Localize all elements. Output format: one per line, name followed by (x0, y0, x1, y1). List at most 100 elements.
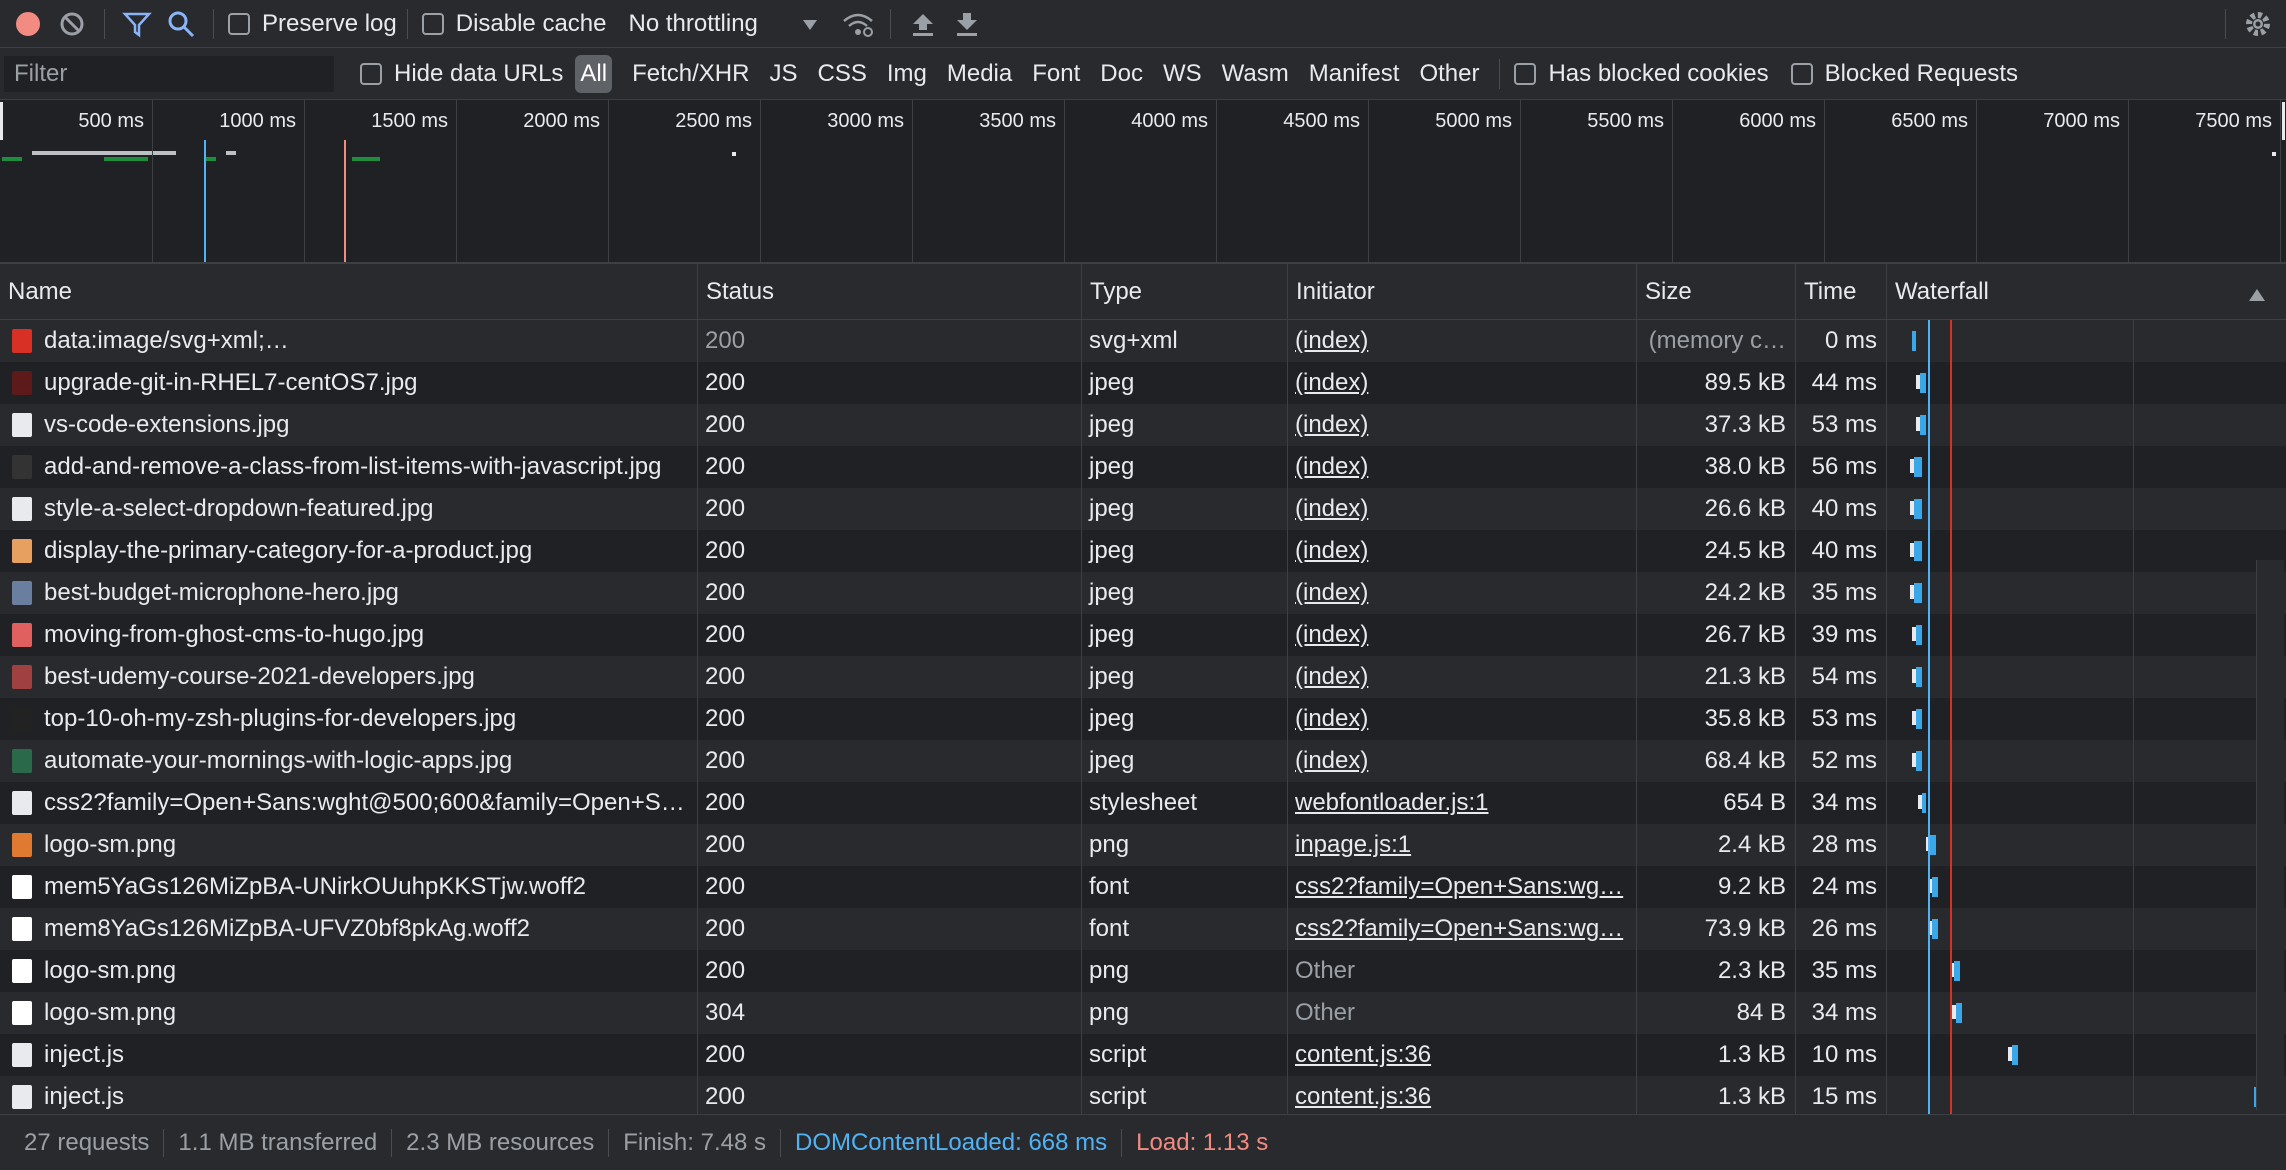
request-initiator[interactable]: content.js:36 (1287, 1034, 1635, 1076)
request-type: jpeg (1089, 747, 1135, 774)
has-blocked-cookies-checkbox[interactable]: Has blocked cookies (1514, 48, 1769, 99)
disable-cache-checkbox[interactable]: Disable cache (421, 0, 606, 47)
throttling-select[interactable]: No throttling (628, 0, 817, 47)
request-initiator[interactable]: (index) (1287, 488, 1635, 530)
request-initiator[interactable]: css2?family=Open+Sans:wg… (1287, 866, 1635, 908)
table-row[interactable]: css2?family=Open+Sans:wght@500;600&famil… (0, 782, 2286, 824)
table-row[interactable]: mem5YaGs126MiZpBA-UNirkOUuhpKKSTjw.woff2… (0, 866, 2286, 908)
blocked-requests-checkbox[interactable]: Blocked Requests (1790, 48, 2018, 99)
clear-icon[interactable] (50, 2, 94, 46)
request-initiator[interactable]: (index) (1287, 614, 1635, 656)
table-row[interactable]: inject.js 200 script content.js:36 1.3 kB 10 … (0, 1034, 2286, 1076)
request-time: 54 ms (1811, 663, 1877, 690)
checkbox-box[interactable] (1514, 62, 1537, 85)
checkbox-box[interactable] (360, 62, 382, 85)
request-status: 200 (705, 915, 746, 942)
record-icon[interactable] (6, 2, 50, 46)
overview-gridline (152, 100, 153, 262)
table-row[interactable]: logo-sm.png 200 png inpage.js:1 2.4 kB 28 ms (0, 824, 2286, 866)
type-filter-css[interactable]: CSS (807, 55, 876, 93)
type-filter-media[interactable]: Media (937, 55, 1022, 93)
request-status: 200 (705, 957, 746, 984)
request-type: png (1089, 831, 1130, 858)
type-filter-all[interactable]: All (575, 54, 613, 93)
type-filter-js[interactable]: JS (759, 55, 807, 93)
table-row[interactable]: logo-sm.png 304 png Other 84 B 34 ms (0, 992, 2286, 1034)
request-initiator[interactable]: (index) (1287, 530, 1635, 572)
table-row[interactable]: best-udemy-course-2021-developers.jpg 200… (0, 656, 2286, 698)
column-header-type[interactable]: Type (1081, 264, 1287, 320)
checkbox-box[interactable] (1790, 62, 1813, 85)
request-initiator[interactable]: (index) (1287, 698, 1635, 740)
request-initiator[interactable]: (index) (1287, 404, 1635, 446)
waterfall-bar (1954, 961, 1960, 981)
request-initiator[interactable]: inpage.js:1 (1287, 824, 1635, 866)
network-conditions-icon[interactable] (836, 2, 880, 46)
request-initiator[interactable]: content.js:36 (1287, 1076, 1635, 1114)
search-icon[interactable] (159, 2, 203, 46)
type-filter-wasm[interactable]: Wasm (1212, 55, 1299, 93)
table-row[interactable]: inject.js 200 script content.js:36 1.3 kB 15 … (0, 1076, 2286, 1114)
preserve-log-checkbox[interactable]: Preserve log (228, 0, 397, 47)
type-filter-img[interactable]: Img (877, 55, 937, 93)
type-filter-font[interactable]: Font (1022, 55, 1090, 93)
column-header-waterfall[interactable]: Waterfall (1886, 264, 2286, 320)
request-initiator[interactable]: (index) (1287, 446, 1635, 488)
request-initiator[interactable]: (index) (1287, 740, 1635, 782)
overview-start-marker (0, 102, 3, 140)
column-header-initiator[interactable]: Initiator (1287, 264, 1636, 320)
overview-gridline (1824, 100, 1825, 262)
overview-tick-label: 6000 ms (1739, 110, 1816, 132)
column-divider (697, 320, 698, 1114)
table-row[interactable]: logo-sm.png 200 png Other 2.3 kB 35 ms (0, 950, 2286, 992)
overview-bar (226, 151, 236, 155)
overview-gridline (1368, 100, 1369, 262)
table-row[interactable]: top-10-oh-my-zsh-plugins-for-developers.… (0, 698, 2286, 740)
table-row[interactable]: upgrade-git-in-RHEL7-centOS7.jpg 200 jpeg (… (0, 362, 2286, 404)
checkbox-box[interactable] (421, 12, 444, 35)
overview-end-marker (2282, 102, 2285, 140)
request-initiator[interactable]: (index) (1287, 656, 1635, 698)
hide-data-urls-checkbox[interactable]: Hide data URLs (360, 48, 563, 99)
request-size: 9.2 kB (1717, 873, 1786, 900)
request-type: jpeg (1089, 705, 1135, 732)
overview-bar (2272, 152, 2276, 156)
request-initiator[interactable]: css2?family=Open+Sans:wg… (1287, 908, 1635, 950)
table-row[interactable]: data:image/svg+xml;… 200 svg+xml (index) (me… (0, 320, 2286, 362)
type-filter-other[interactable]: Other (1409, 55, 1489, 93)
filter-input[interactable]: Filter (4, 55, 334, 92)
table-row[interactable]: mem8YaGs126MiZpBA-UFVZ0bf8pkAg.woff2 200 f… (0, 908, 2286, 950)
table-row[interactable]: best-budget-microphone-hero.jpg 200 jpeg (i… (0, 572, 2286, 614)
request-initiator[interactable]: webfontloader.js:1 (1287, 782, 1635, 824)
table-row[interactable]: automate-your-mornings-with-logic-apps.j… (0, 740, 2286, 782)
type-filter-manifest[interactable]: Manifest (1299, 55, 1410, 93)
import-har-icon[interactable] (901, 2, 945, 46)
timeline-overview[interactable]: 500 ms 1000 ms 1500 ms 2000 ms 2500 ms 3000 m… (0, 100, 2286, 264)
request-time: 52 ms (1811, 747, 1877, 774)
waterfall-load-line (1950, 320, 1952, 1114)
type-filter-doc[interactable]: Doc (1090, 55, 1153, 93)
column-header-status[interactable]: Status (697, 264, 1081, 320)
request-name: top-10-oh-my-zsh-plugins-for-developers.… (44, 705, 517, 732)
scrollbar-thumb[interactable] (2256, 560, 2284, 1110)
column-header-size[interactable]: Size (1636, 264, 1795, 320)
table-row[interactable]: style-a-select-dropdown-featured.jpg 200 j… (0, 488, 2286, 530)
column-header-time[interactable]: Time (1795, 264, 1886, 320)
overview-tick-label: 5000 ms (1435, 110, 1512, 132)
gear-icon[interactable] (2236, 2, 2280, 46)
checkbox-box[interactable] (228, 12, 250, 35)
table-row[interactable]: moving-from-ghost-cms-to-hugo.jpg 200 jpeg… (0, 614, 2286, 656)
type-filter-ws[interactable]: WS (1153, 55, 1212, 93)
request-initiator[interactable]: (index) (1287, 320, 1635, 362)
request-initiator[interactable]: (index) (1287, 572, 1635, 614)
filter-icon[interactable] (115, 2, 159, 46)
request-initiator[interactable]: (index) (1287, 362, 1635, 404)
table-row[interactable]: display-the-primary-category-for-a-produ… (0, 530, 2286, 572)
request-time: 26 ms (1811, 915, 1877, 942)
table-row[interactable]: add-and-remove-a-class-from-list-items-w… (0, 446, 2286, 488)
export-har-icon[interactable] (945, 2, 989, 46)
overview-gridline (1216, 100, 1217, 262)
type-filter-fetch-xhr[interactable]: Fetch/XHR (622, 55, 759, 93)
column-header-name[interactable]: Name (0, 264, 697, 320)
table-row[interactable]: vs-code-extensions.jpg 200 jpeg (index) 37.3… (0, 404, 2286, 446)
